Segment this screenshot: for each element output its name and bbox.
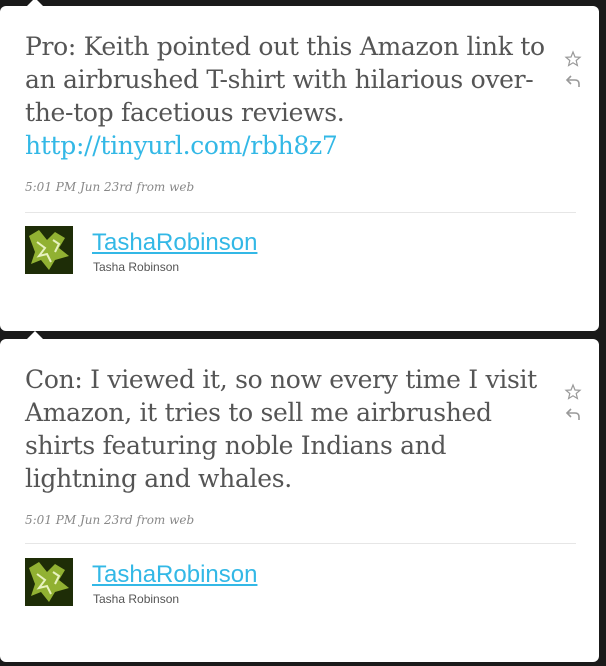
full-name: Tasha Robinson — [93, 592, 180, 606]
star-icon[interactable] — [564, 383, 582, 401]
avatar-image — [25, 558, 73, 606]
tweet-card: Con: I viewed it, so now every time I vi… — [0, 331, 599, 662]
tweet-actions — [564, 383, 582, 427]
tweet-timestamp[interactable]: 5:01 PM Jun 23rd from web — [25, 180, 194, 194]
tweet-card: Pro: Keith pointed out this Amazon link … — [0, 0, 599, 331]
tweet-text: Pro: Keith pointed out this Amazon link … — [25, 30, 545, 162]
tweet-text: Con: I viewed it, so now every time I vi… — [25, 363, 545, 495]
tweet-actions — [564, 50, 582, 94]
card-notch — [27, 331, 43, 339]
star-icon[interactable] — [564, 50, 582, 68]
reply-icon[interactable] — [564, 72, 582, 90]
avatar[interactable] — [25, 226, 73, 274]
tweet-body: Pro: Keith pointed out this Amazon link … — [25, 32, 545, 127]
avatar-image — [25, 226, 73, 274]
card-notch — [27, 0, 43, 6]
tweet-page: Pro: Keith pointed out this Amazon link … — [0, 0, 606, 666]
divider — [25, 212, 576, 213]
divider — [25, 543, 576, 544]
full-name: Tasha Robinson — [93, 260, 180, 274]
tweet-timestamp[interactable]: 5:01 PM Jun 23rd from web — [25, 513, 194, 527]
tweet-link[interactable]: http://tinyurl.com/rbh8z7 — [25, 129, 545, 162]
tweet-body: Con: I viewed it, so now every time I vi… — [25, 365, 537, 493]
screen-name-link[interactable]: TashaRobinson — [92, 561, 257, 589]
screen-name-link[interactable]: TashaRobinson — [92, 229, 257, 257]
reply-icon[interactable] — [564, 405, 582, 423]
avatar[interactable] — [25, 558, 73, 606]
